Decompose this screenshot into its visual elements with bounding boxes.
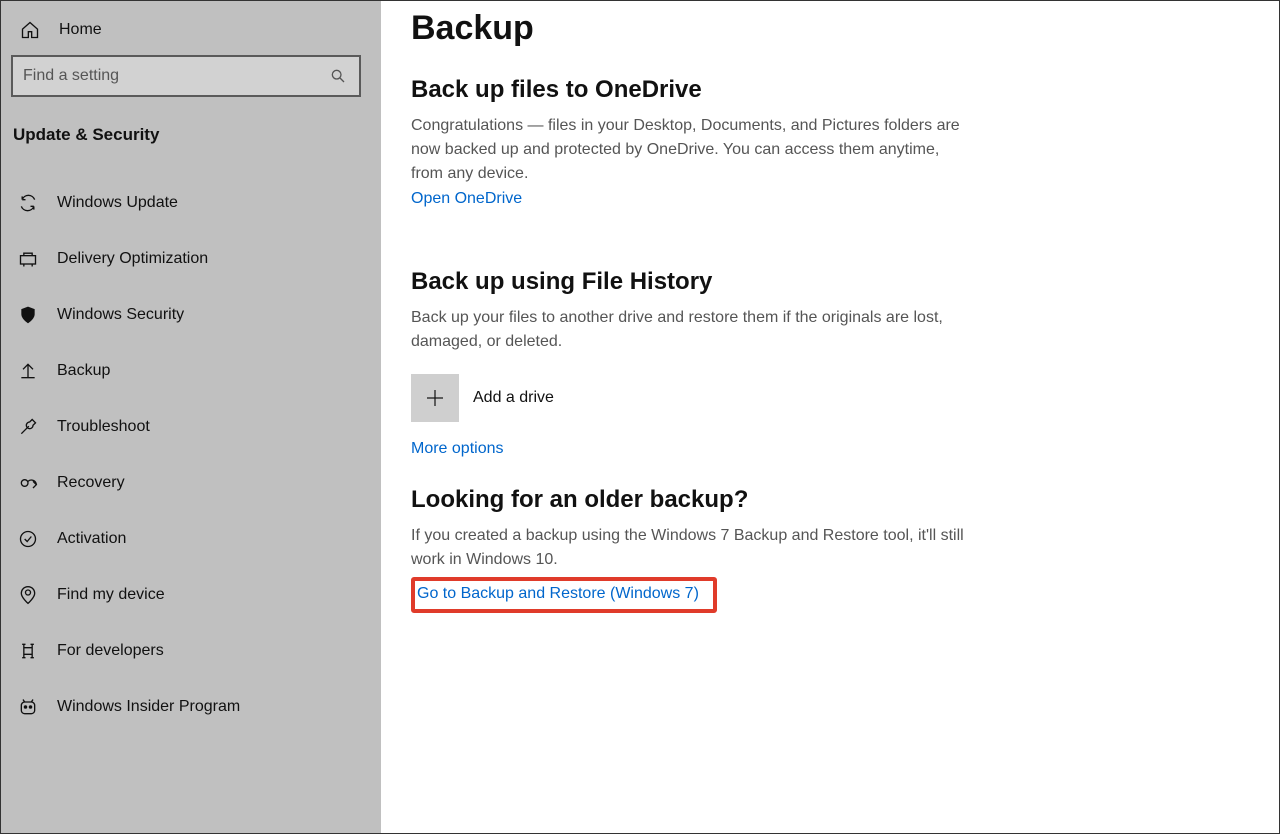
section-heading-filehistory: Back up using File History — [411, 268, 1249, 296]
add-drive-button[interactable] — [411, 374, 459, 422]
sidebar-item-windows-security[interactable]: Windows Security — [11, 287, 371, 343]
sidebar-item-label: Delivery Optimization — [57, 250, 208, 268]
open-onedrive-link[interactable]: Open OneDrive — [411, 190, 1249, 208]
sidebar-item-windows-insider[interactable]: Windows Insider Program — [11, 679, 371, 735]
sidebar-item-label: Find my device — [57, 586, 165, 604]
search-input[interactable] — [23, 67, 327, 85]
section-text-older: If you created a backup using the Window… — [411, 524, 971, 572]
sidebar-item-label: Windows Security — [57, 306, 184, 324]
more-options-link[interactable]: More options — [411, 440, 1249, 458]
highlight-annotation: Go to Backup and Restore (Windows 7) — [411, 577, 717, 613]
wrench-icon — [17, 416, 39, 438]
backup-restore-win7-link[interactable]: Go to Backup and Restore (Windows 7) — [417, 585, 699, 602]
sidebar-item-label: Recovery — [57, 474, 125, 492]
sidebar-item-windows-update[interactable]: Windows Update — [11, 175, 371, 231]
insider-icon — [17, 696, 39, 718]
section-heading-older: Looking for an older backup? — [411, 486, 1249, 514]
home-label: Home — [59, 21, 102, 39]
page-title: Backup — [411, 9, 1249, 48]
add-drive-label: Add a drive — [473, 389, 554, 407]
delivery-icon — [17, 248, 39, 270]
category-title: Update & Security — [11, 117, 371, 175]
shield-icon — [17, 304, 39, 326]
section-text-filehistory: Back up your files to another drive and … — [411, 306, 971, 354]
sidebar-item-label: Backup — [57, 362, 110, 380]
sidebar-item-label: Windows Update — [57, 194, 178, 212]
search-icon — [327, 65, 349, 87]
recovery-icon — [17, 472, 39, 494]
sidebar-item-find-my-device[interactable]: Find my device — [11, 567, 371, 623]
sidebar-item-label: For developers — [57, 642, 164, 660]
settings-sidebar: Home Update & Security Windows Update De… — [1, 1, 381, 833]
section-heading-onedrive: Back up files to OneDrive — [411, 76, 1249, 104]
sync-icon — [17, 192, 39, 214]
sidebar-item-home[interactable]: Home — [11, 11, 371, 55]
sidebar-item-backup[interactable]: Backup — [11, 343, 371, 399]
section-text-onedrive: Congratulations — files in your Desktop,… — [411, 114, 971, 186]
sidebar-item-recovery[interactable]: Recovery — [11, 455, 371, 511]
sidebar-item-label: Windows Insider Program — [57, 698, 240, 716]
developer-icon — [17, 640, 39, 662]
sidebar-item-label: Activation — [57, 530, 126, 548]
sidebar-item-for-developers[interactable]: For developers — [11, 623, 371, 679]
check-circle-icon — [17, 528, 39, 550]
sidebar-item-label: Troubleshoot — [57, 418, 150, 436]
plus-icon — [423, 386, 447, 410]
sidebar-item-troubleshoot[interactable]: Troubleshoot — [11, 399, 371, 455]
backup-icon — [17, 360, 39, 382]
main-content: Backup Back up files to OneDrive Congrat… — [381, 1, 1279, 833]
search-box[interactable] — [11, 55, 361, 97]
sidebar-item-delivery-optimization[interactable]: Delivery Optimization — [11, 231, 371, 287]
location-icon — [17, 584, 39, 606]
search-container — [11, 55, 371, 97]
home-icon — [19, 19, 41, 41]
add-drive-row: Add a drive — [411, 374, 1249, 422]
sidebar-item-activation[interactable]: Activation — [11, 511, 371, 567]
